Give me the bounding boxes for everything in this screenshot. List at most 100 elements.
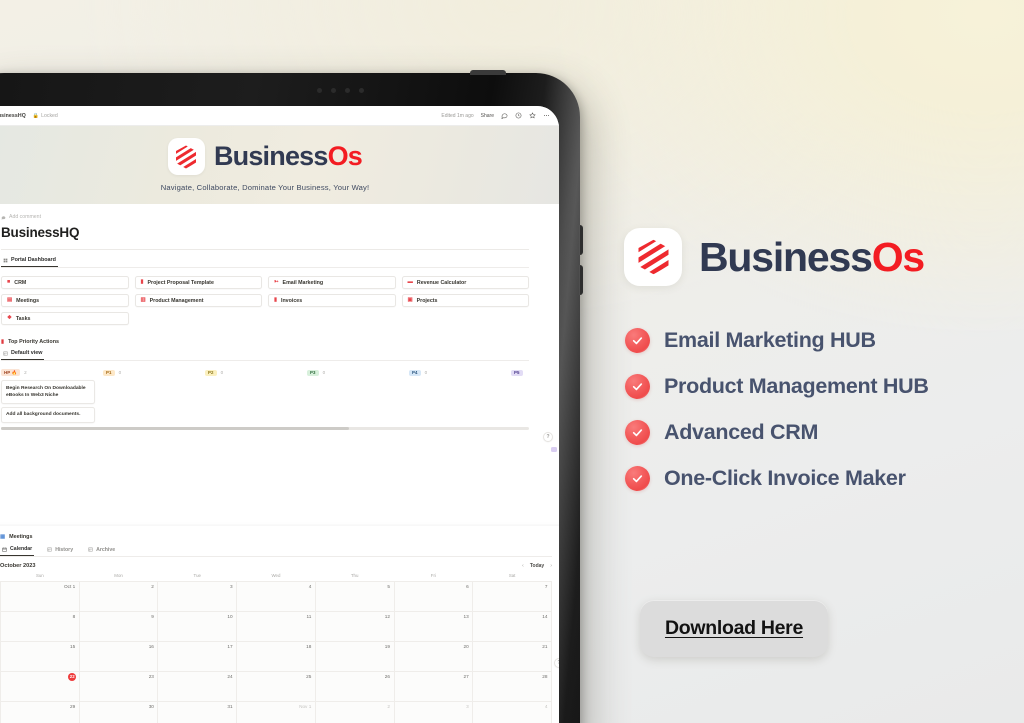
calendar-day-cell[interactable]: 7	[472, 580, 552, 612]
tab-archive[interactable]: Archive	[86, 546, 117, 556]
check-circle-icon	[625, 374, 650, 399]
portal-card[interactable]: ▤ Meetings	[1, 294, 129, 307]
kanban-cards-p5	[511, 380, 529, 423]
calendar-day-cell[interactable]: 9	[78, 610, 159, 642]
calendar-day-cell[interactable]: Nov 1	[236, 700, 316, 723]
check-circle-icon	[625, 466, 650, 491]
calendar-day-cell-today[interactable]: 22	[0, 670, 80, 702]
tab-history[interactable]: History	[45, 546, 75, 556]
card-label: Project Proposal Template	[147, 279, 214, 286]
calendar-day-cell[interactable]: 20	[393, 640, 474, 672]
portal-card-grid: ■ CRM ▮ Project Proposal Template ➳ Email M…	[1, 276, 529, 325]
calendar-day-cell[interactable]: 8	[0, 610, 80, 642]
comment-icon[interactable]	[501, 112, 508, 119]
portal-card[interactable]: ➳ Email Marketing	[268, 276, 396, 289]
kanban-scrollbar[interactable]	[1, 427, 529, 430]
kanban-column-p4[interactable]: P4 0	[409, 369, 511, 376]
kanban-card[interactable]: Begin Research On Downloadable eBooks In…	[1, 380, 95, 404]
calendar-day-cell[interactable]: 18	[236, 640, 316, 672]
calendar-day-cell[interactable]: 3	[157, 580, 238, 612]
calendar-day-cell[interactable]: 6	[393, 580, 474, 612]
calendar-day-cell[interactable]: 13	[393, 610, 474, 642]
kanban-column-p3[interactable]: P3 0	[307, 369, 409, 376]
portal-card[interactable]: ■ CRM	[1, 276, 129, 289]
hero-brand-main: Business	[213, 141, 328, 171]
calendar-day-cell[interactable]: 25	[236, 670, 316, 702]
calendar-day-cell[interactable]: 12	[314, 610, 395, 642]
calendar-day-cell[interactable]: 11	[236, 610, 316, 642]
kanban-cards-p4	[409, 380, 511, 423]
kanban-column-p2[interactable]: P2 0	[205, 369, 307, 376]
calendar-day-cell[interactable]: Oct 1	[0, 580, 80, 612]
portal-card[interactable]: ▥ Product Management	[134, 294, 262, 307]
calendar-day-cell[interactable]: 14	[472, 610, 552, 642]
comment-icon	[1, 215, 6, 220]
calendar-day-cell[interactable]: 23	[78, 670, 159, 702]
tab-calendar[interactable]: Calendar	[0, 546, 35, 556]
clock-icon[interactable]	[515, 112, 522, 119]
kanban-scroll-thumb[interactable]	[1, 427, 350, 430]
priority-badge: P5	[511, 369, 523, 376]
portal-card[interactable]: ▮ Project Proposal Template	[134, 276, 262, 289]
card-label: Email Marketing	[282, 279, 324, 286]
portal-card[interactable]: ❖ Tasks	[1, 312, 129, 325]
calendar-day-cell[interactable]: 24	[157, 670, 238, 702]
ellipsis-icon[interactable]	[543, 112, 550, 119]
calendar-day-cell[interactable]: 2	[314, 700, 395, 723]
tab-portal-dashboard[interactable]: Portal Dashboard	[1, 257, 58, 267]
calendar-day-cell[interactable]: 4	[236, 580, 316, 612]
portal-card[interactable]: ▣ Projects	[401, 294, 529, 307]
card-label: Revenue Calculator	[416, 279, 467, 286]
tab-default-view[interactable]: Default view	[1, 350, 45, 360]
kanban-card[interactable]: Add all background documents.	[1, 406, 95, 424]
volume-down-button[interactable]	[579, 265, 583, 295]
calendar-day-cell[interactable]: 26	[314, 670, 395, 702]
camera-dot	[358, 87, 364, 93]
feature-item: One-Click Invoice Maker	[625, 466, 929, 491]
weekday-header: Tue	[193, 573, 201, 578]
calendar-day-cell[interactable]: 31	[157, 700, 238, 723]
kanban-column-hp[interactable]: HP 🔥 2	[1, 369, 103, 377]
volume-up-button[interactable]	[579, 225, 583, 255]
add-comment-label: Add comment	[9, 214, 42, 220]
calendar-day-cell[interactable]: 4	[472, 700, 552, 723]
kanban-column-p5[interactable]: P5	[511, 369, 529, 376]
download-here-button[interactable]: Download Here	[640, 600, 828, 657]
chevron-left-icon[interactable]: ‹	[522, 563, 524, 569]
document-title[interactable]: BusinessHQ	[0, 113, 26, 119]
calendar-week-row: 8 9 10 11 12 13 14	[0, 610, 552, 642]
today-button[interactable]: Today	[530, 563, 544, 569]
calendar-day-cell[interactable]: 29	[0, 700, 80, 723]
calendar-grid: Sun Mon Tue Wed Thu Fri Sat Oct 1 2 3 4	[0, 573, 552, 723]
calendar-day-cell[interactable]: 3	[393, 700, 474, 723]
calendar-day-cell[interactable]: 17	[157, 640, 238, 672]
calendar-day-cell[interactable]: 19	[314, 640, 395, 672]
calendar-day-cell[interactable]: 30	[78, 700, 159, 723]
tab-label: Portal Dashboard	[11, 257, 56, 263]
calendar-week-row: 29 30 31 Nov 1 2 3 4	[0, 700, 552, 723]
calendar-day-cell[interactable]: 27	[393, 670, 474, 702]
tablet-device: BusinessHQ 🔒 Locked Edited 1m ago Share	[0, 70, 583, 723]
help-button-priority[interactable]: ?	[543, 432, 553, 442]
chevron-right-icon[interactable]: ›	[550, 563, 552, 569]
calendar-day-cell[interactable]: 28	[472, 670, 552, 702]
portal-card[interactable]: ▬ Revenue Calculator	[401, 276, 529, 289]
calendar-day-cell[interactable]: 16	[78, 640, 159, 672]
power-button[interactable]	[470, 70, 506, 75]
calendar-day-cell[interactable]: 5	[314, 580, 395, 612]
calendar-day-cell[interactable]: 15	[0, 640, 80, 672]
star-icon[interactable]	[529, 112, 536, 119]
kanban-column-p1[interactable]: P1 0	[103, 369, 205, 376]
priority-badge: P1	[103, 369, 115, 376]
tab-label: History	[55, 546, 74, 553]
calendar-day-cell[interactable]: 2	[78, 580, 159, 612]
lock-status[interactable]: 🔒 Locked	[33, 113, 58, 119]
calendar-day-cell[interactable]: 21	[472, 640, 552, 672]
add-comment-button[interactable]: Add comment	[1, 214, 529, 220]
help-button-meetings[interactable]: ?	[554, 658, 559, 668]
promo-brand: BusinessOs	[699, 236, 925, 278]
portal-card[interactable]: ▮ Invoices	[268, 294, 396, 307]
share-button[interactable]: Share	[481, 113, 494, 119]
calendar-day-cell[interactable]: 10	[157, 610, 238, 642]
weekday-header: Sun	[35, 573, 44, 578]
